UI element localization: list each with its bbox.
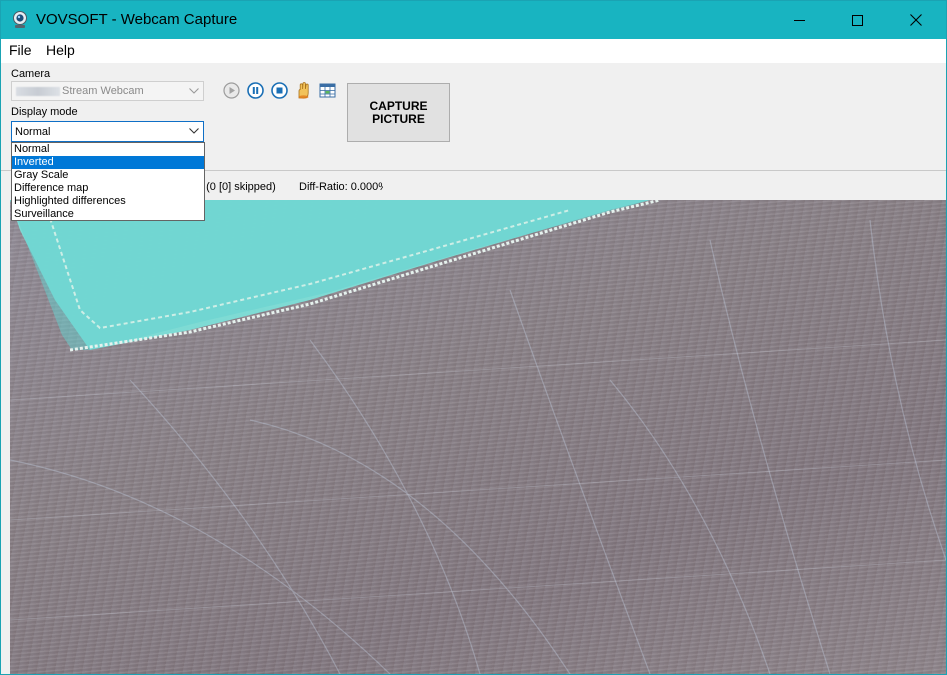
- play-icon[interactable]: [223, 82, 240, 99]
- display-mode-select[interactable]: Normal: [11, 121, 204, 142]
- capture-picture-button[interactable]: CAPTURE PICTURE: [347, 83, 450, 142]
- display-mode-label: Display mode: [11, 106, 78, 118]
- display-mode-dropdown[interactable]: Normal Inverted Gray Scale Difference ma…: [11, 142, 205, 221]
- minimize-icon: [793, 19, 805, 21]
- menu-help[interactable]: Help: [46, 42, 75, 58]
- window-title: VOVSOFT - Webcam Capture: [36, 11, 238, 28]
- capture-label-line2: PICTURE: [372, 111, 425, 126]
- close-button[interactable]: [893, 1, 939, 39]
- menu-file[interactable]: File: [9, 42, 32, 58]
- grid-icon[interactable]: [319, 82, 336, 99]
- capture-button-label: CAPTURE PICTURE: [369, 98, 428, 126]
- hand-icon[interactable]: [295, 82, 312, 99]
- dropdown-option[interactable]: Gray Scale: [12, 169, 204, 182]
- close-icon: [910, 14, 922, 26]
- display-mode-value: Normal: [15, 126, 51, 138]
- camera-value: Stream Webcam: [62, 85, 144, 97]
- dropdown-option[interactable]: Highlighted differences: [12, 195, 204, 208]
- camera-label: Camera: [11, 68, 51, 80]
- preview-scene: [10, 200, 946, 674]
- dropdown-option[interactable]: Inverted: [12, 156, 204, 169]
- diff-ratio-status: Diff-Ratio: 0.000%: [299, 181, 383, 193]
- chevron-down-icon: [189, 128, 199, 134]
- menu-bar: File Help: [1, 39, 946, 63]
- webcam-icon: [13, 11, 27, 28]
- title-bar[interactable]: VOVSOFT - Webcam Capture: [1, 1, 946, 39]
- app-window: VOVSOFT - Webcam Capture File Help Camer…: [0, 0, 947, 675]
- maximize-button[interactable]: [834, 1, 880, 39]
- camera-select[interactable]: Stream Webcam: [11, 81, 204, 101]
- minimize-button[interactable]: [776, 1, 822, 39]
- dropdown-option[interactable]: Normal: [12, 143, 204, 156]
- pause-icon[interactable]: [247, 82, 264, 99]
- stop-icon[interactable]: [271, 82, 288, 99]
- frames-status: ] (0 [0] skipped): [200, 181, 276, 193]
- dropdown-option[interactable]: Surveillance: [12, 208, 204, 221]
- chevron-down-icon: [189, 88, 199, 94]
- camera-name-blur: [16, 87, 60, 96]
- maximize-icon: [851, 14, 863, 26]
- capture-label-line1: CAPTURE: [369, 98, 428, 113]
- webcam-preview: [10, 200, 946, 674]
- dropdown-option[interactable]: Difference map: [12, 182, 204, 195]
